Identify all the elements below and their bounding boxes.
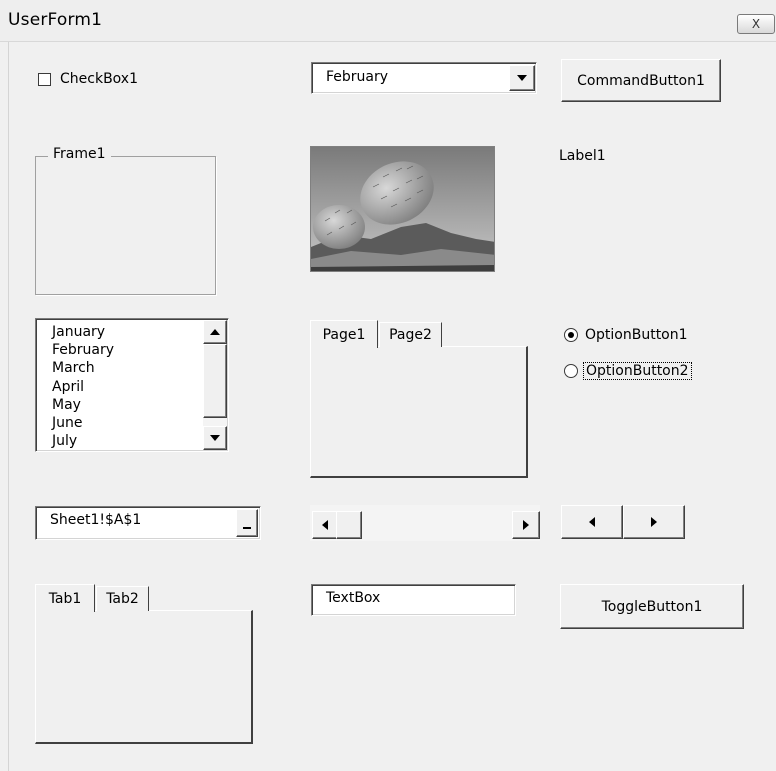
label1: Label1 (559, 148, 606, 164)
scroll-thumb[interactable] (336, 511, 362, 539)
arrow-right-icon (523, 520, 529, 530)
list-item[interactable]: February (52, 341, 114, 359)
list-item[interactable]: June (52, 414, 114, 432)
tab-label: Page1 (322, 326, 366, 343)
option-button-2-radio[interactable] (564, 364, 578, 378)
option-button-1-label[interactable]: OptionButton1 (585, 327, 688, 343)
combobox-value: February (326, 69, 389, 85)
command-button[interactable]: CommandButton1 (561, 59, 721, 102)
list-item[interactable]: April (52, 378, 114, 396)
scroll-right-button[interactable] (512, 511, 540, 539)
list-item[interactable]: May (52, 396, 114, 414)
tab-label: Tab2 (106, 591, 139, 607)
chevron-down-icon (517, 75, 527, 81)
listbox-scrollbar[interactable] (203, 320, 227, 450)
toggle-button-label: ToggleButton1 (601, 598, 703, 615)
listbox-items[interactable]: January February March April May June Ju… (52, 323, 114, 450)
close-icon: X (751, 17, 761, 31)
scroll-left-button[interactable] (312, 511, 338, 539)
multipage-body (310, 346, 528, 478)
frame-caption: Frame1 (48, 146, 111, 162)
arrow-left-icon (589, 517, 595, 527)
tab-page1[interactable]: Page1 (310, 320, 378, 348)
tab-tab2[interactable]: Tab2 (96, 586, 149, 611)
spin-up-button[interactable] (623, 505, 685, 539)
refedit-collapse-button[interactable] (236, 509, 258, 537)
option-button-2-label[interactable]: OptionButton2 (583, 362, 692, 380)
scroll-up-button[interactable] (203, 320, 227, 344)
cactus-image (310, 146, 495, 272)
arrow-down-icon (210, 435, 220, 441)
title-bar[interactable] (0, 0, 776, 42)
checkbox[interactable] (38, 73, 51, 86)
tab-label: Tab1 (48, 590, 82, 607)
arrow-up-icon (210, 329, 220, 335)
tab-tab1[interactable]: Tab1 (35, 584, 95, 612)
frame (35, 156, 216, 295)
refedit-value: Sheet1!$A$1 (50, 512, 142, 528)
scroll-thumb[interactable] (203, 344, 227, 418)
combobox-dropdown-button[interactable] (509, 65, 535, 91)
scroll-down-button[interactable] (203, 426, 227, 450)
textbox-value: TextBox (326, 590, 381, 606)
horizontal-scrollbar[interactable] (310, 505, 540, 541)
arrow-right-icon (651, 517, 657, 527)
option-button-1-radio[interactable] (564, 328, 578, 342)
spin-down-button[interactable] (561, 505, 623, 539)
window-title: UserForm1 (8, 10, 103, 30)
arrow-left-icon (322, 520, 328, 530)
tab-page2[interactable]: Page2 (379, 322, 442, 347)
command-button-label: CommandButton1 (577, 72, 705, 89)
cactus-photo (311, 147, 494, 271)
list-item[interactable]: July (52, 432, 114, 450)
checkbox-label[interactable]: CheckBox1 (60, 71, 138, 87)
collapse-icon (243, 527, 251, 529)
list-item[interactable]: January (52, 323, 114, 341)
close-button[interactable]: X (737, 14, 775, 34)
tabstrip-body (35, 610, 253, 744)
form-border (8, 42, 9, 771)
radio-selected-dot (568, 332, 574, 338)
toggle-button[interactable]: ToggleButton1 (560, 584, 744, 629)
tab-label: Page2 (389, 327, 432, 343)
list-item[interactable]: March (52, 359, 114, 377)
